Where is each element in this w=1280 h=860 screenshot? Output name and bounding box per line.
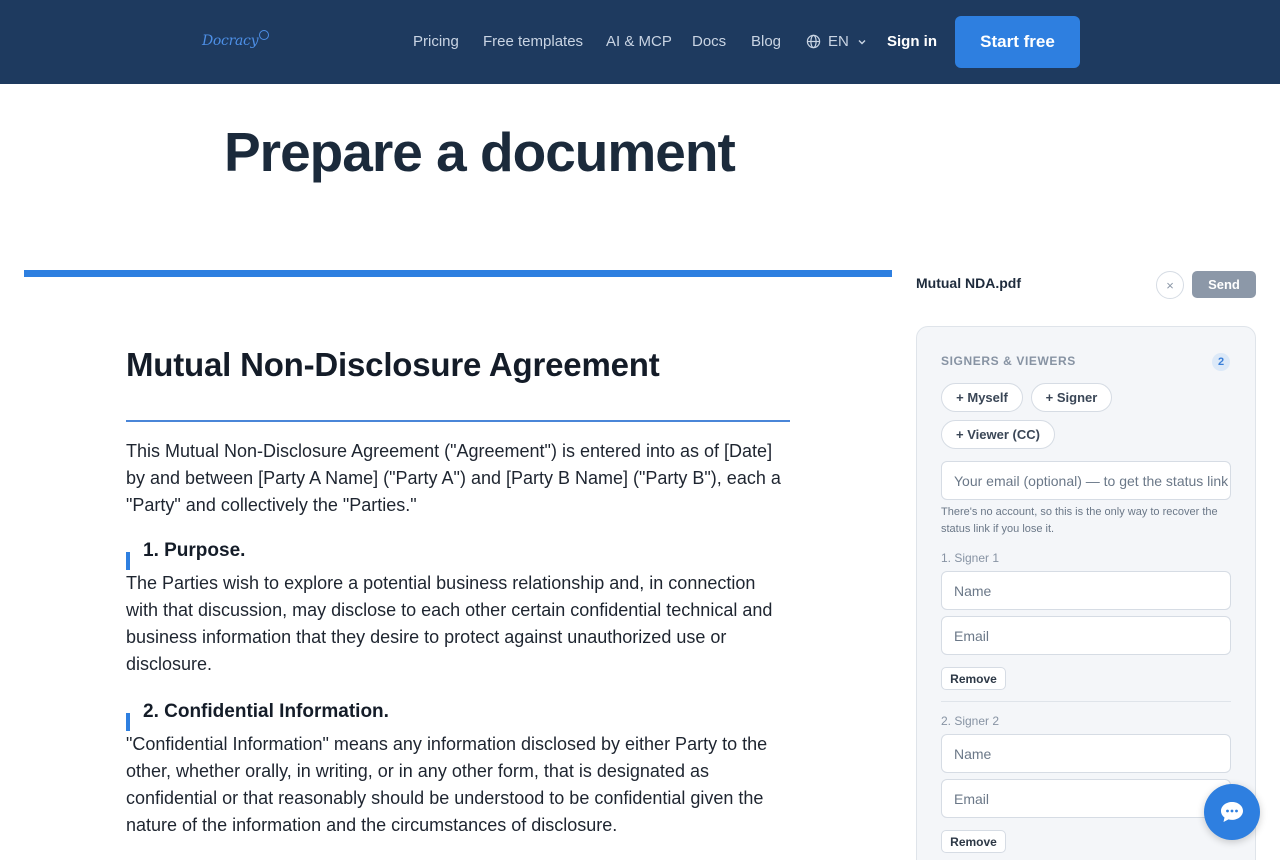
nav-link-pricing[interactable]: Pricing [413, 33, 459, 50]
globe-icon [806, 34, 821, 49]
top-navigation-bar: Docracy Pricing Free templates AI & MCP … [0, 0, 1280, 84]
section-heading-confidential-information: 2. Confidential Information. [126, 701, 389, 731]
add-myself-button[interactable]: + Myself [941, 383, 1023, 412]
section-heading-text: 2. Confidential Information. [143, 701, 389, 722]
signers-count-badge: 2 [1212, 353, 1230, 371]
signer-1-remove-button[interactable]: Remove [941, 667, 1006, 690]
signer-divider [941, 701, 1231, 702]
signer-2-name-input[interactable]: Name [941, 734, 1231, 773]
document-progress-bar [24, 270, 892, 277]
signer-2-remove-button[interactable]: Remove [941, 830, 1006, 853]
chevron-down-icon [858, 39, 866, 44]
add-viewer-cc-button[interactable]: + Viewer (CC) [941, 420, 1055, 449]
sign-in-link[interactable]: Sign in [887, 33, 937, 50]
language-selector[interactable]: EN [806, 33, 874, 50]
add-signer-button[interactable]: + Signer [1031, 383, 1112, 412]
nav-link-free-templates[interactable]: Free templates [483, 33, 583, 50]
section-body-purpose: The Parties wish to explore a potential … [126, 573, 773, 674]
close-document-button[interactable]: × [1156, 271, 1184, 299]
signer-1-email-input[interactable]: Email [941, 616, 1231, 655]
section-heading-text: 1. Purpose. [143, 540, 246, 561]
logo-mark-icon [259, 30, 270, 40]
logo-text: Docracy [202, 33, 259, 49]
chat-bubble-icon [1221, 802, 1243, 822]
section-heading-purpose: 1. Purpose. [126, 540, 246, 570]
file-name: Mutual NDA.pdf [916, 275, 1021, 291]
language-label: EN [828, 33, 849, 50]
signer-1-label: 1. Signer 1 [941, 551, 1000, 565]
owner-email-input[interactable]: Your email (optional) — to get the statu… [941, 461, 1231, 500]
send-button[interactable]: Send [1192, 271, 1256, 298]
document-intro-paragraph: This Mutual Non-Disclosure Agreement ("A… [126, 441, 781, 515]
signer-2-label: 2. Signer 2 [941, 714, 1000, 728]
email-hint-text: There's no account, so this is the only … [941, 506, 1218, 535]
signers-section-label: SIGNERS & VIEWERS [941, 354, 1076, 368]
title-divider [126, 420, 790, 422]
section-marker [126, 713, 130, 731]
nav-link-blog[interactable]: Blog [751, 33, 781, 50]
section-marker [126, 552, 130, 570]
chat-widget-button[interactable] [1204, 784, 1260, 840]
docracy-logo[interactable]: Docracy [202, 30, 270, 49]
start-free-button[interactable]: Start free [955, 16, 1080, 68]
signers-panel: SIGNERS & VIEWERS 2 + Myself + Signer + … [916, 326, 1256, 860]
nav-link-docs[interactable]: Docs [692, 33, 726, 50]
signer-2-email-input[interactable]: Email [941, 779, 1231, 818]
signer-1-name-input[interactable]: Name [941, 571, 1231, 610]
section-body-confidential-information: "Confidential Information" means any inf… [126, 734, 768, 835]
page-title: Prepare a document [224, 121, 736, 183]
nav-link-ai-mcp[interactable]: AI & MCP [606, 33, 672, 50]
document-title: Mutual Non-Disclosure Agreement [126, 346, 660, 383]
